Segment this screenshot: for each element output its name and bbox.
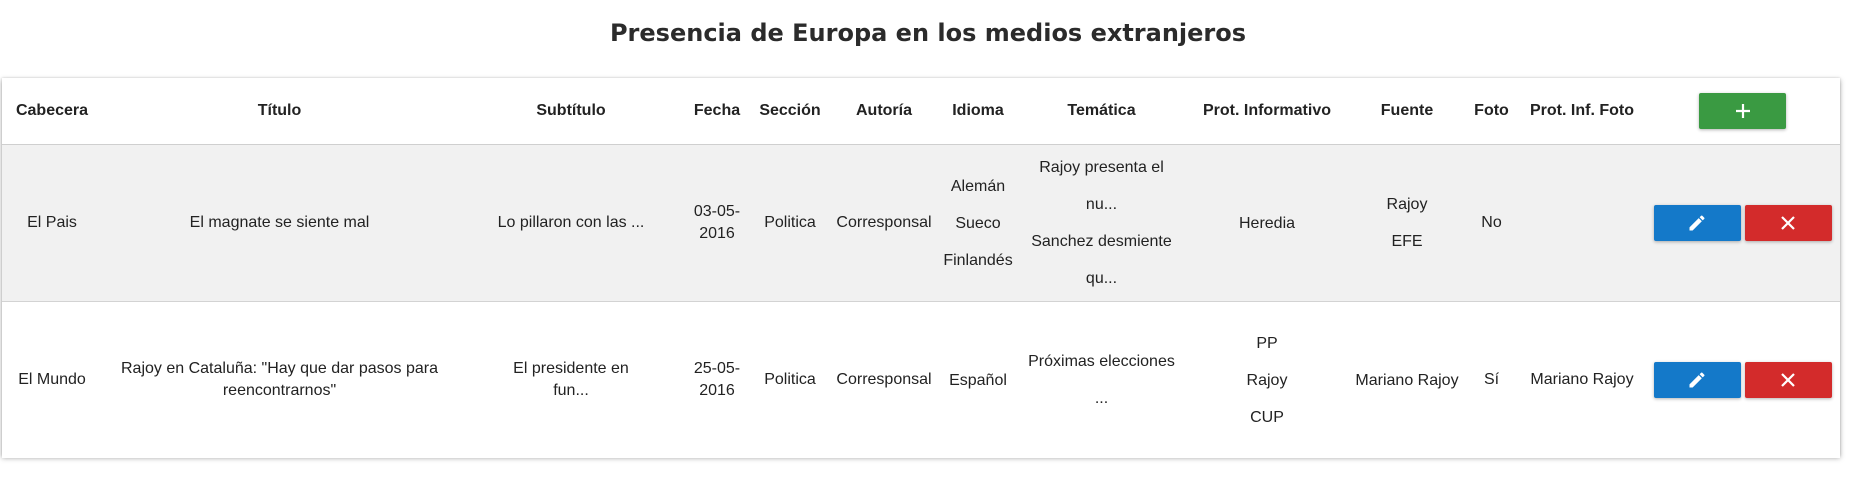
- cell-fecha: 25-05- 2016: [685, 301, 749, 458]
- close-icon: [1781, 373, 1795, 387]
- plus-icon: [1735, 104, 1750, 118]
- delete-button[interactable]: [1744, 205, 1832, 241]
- cell-idioma: Alemán Sueco Finlandés: [937, 144, 1019, 302]
- tematica-item: Próximas elecciones ...: [1028, 353, 1175, 407]
- cell-cabecera: El Mundo: [2, 301, 102, 458]
- table-row: El Mundo Rajoy en Cataluña: "Hay que dar…: [2, 301, 1840, 458]
- header-subtitulo: Subtítulo: [457, 78, 685, 145]
- tematica-item: Rajoy presenta el nu...: [1039, 159, 1164, 213]
- cell-seccion: Politica: [749, 301, 831, 458]
- edit-button[interactable]: [1653, 362, 1741, 398]
- idioma-item: Alemán: [950, 177, 1006, 195]
- delete-button[interactable]: [1744, 362, 1832, 398]
- table-row: El Pais El magnate se siente mal Lo pill…: [2, 144, 1840, 302]
- cell-subtitulo: Lo pillaron con las ...: [457, 144, 685, 302]
- fecha-line: 25-05-: [693, 360, 741, 377]
- titulo-line: Rajoy en Cataluña: "Hay que dar pasos pa…: [121, 360, 438, 377]
- cell-fecha: 03-05- 2016: [685, 144, 749, 302]
- pencil-icon: [1689, 372, 1705, 388]
- cell-fuente: Mariano Rajoy: [1350, 301, 1464, 458]
- fecha-line: 2016: [699, 225, 735, 242]
- cell-autoria: Corresponsal: [831, 144, 937, 302]
- idioma-item: Finlandés: [943, 251, 1013, 269]
- prot-informativo-item: PP: [1256, 334, 1278, 352]
- cell-foto: Sí: [1464, 301, 1519, 458]
- titulo-line: reencontrarnos": [222, 382, 337, 399]
- header-tematica: Temática: [1019, 78, 1184, 145]
- add-button[interactable]: [1699, 93, 1786, 129]
- header-prot-informativo: Prot. Informativo: [1184, 78, 1350, 145]
- table-header-row: Cabecera Título Subtítulo Fecha Sección …: [2, 78, 1840, 145]
- cell-prot-inf-foto: [1519, 144, 1645, 302]
- cell-autoria: Corresponsal: [831, 301, 937, 458]
- cell-seccion: Politica: [749, 144, 831, 302]
- subtitulo-line: El presidente en: [513, 360, 629, 377]
- cell-fuente: Rajoy EFE: [1350, 144, 1464, 302]
- header-autoria: Autoría: [831, 78, 937, 145]
- cell-prot-informativo: Heredia: [1184, 144, 1350, 302]
- fuente-item: Mariano Rajoy: [1355, 371, 1459, 389]
- subtitulo-line: fun...: [553, 382, 589, 399]
- prot-informativo-item: Rajoy: [1246, 371, 1288, 389]
- cell-titulo: El magnate se siente mal: [102, 144, 457, 302]
- cell-prot-inf-foto: Mariano Rajoy: [1519, 301, 1645, 458]
- subtitulo-line: Lo pillaron con las ...: [497, 214, 645, 231]
- titulo-line: El magnate se siente mal: [189, 214, 370, 231]
- cell-subtitulo: El presidente en fun...: [457, 301, 685, 458]
- header-idioma: Idioma: [937, 78, 1019, 145]
- fuente-item: EFE: [1391, 233, 1423, 250]
- cell-tematica: Próximas elecciones ...: [1019, 301, 1184, 458]
- cell-prot-informativo: PP Rajoy CUP: [1184, 301, 1350, 458]
- header-fuente: Fuente: [1350, 78, 1464, 145]
- fecha-line: 2016: [699, 382, 735, 399]
- header-titulo: Título: [102, 78, 457, 145]
- fuente-item: Rajoy: [1386, 196, 1428, 213]
- header-cabecera: Cabecera: [2, 78, 102, 145]
- cell-idioma: Español: [937, 301, 1019, 458]
- cell-cabecera: El Pais: [2, 144, 102, 302]
- header-actions: [1645, 78, 1840, 145]
- header-seccion: Sección: [749, 78, 831, 145]
- idioma-item: Español: [949, 371, 1007, 389]
- edit-button[interactable]: [1653, 205, 1741, 241]
- data-table-card: Cabecera Título Subtítulo Fecha Sección …: [2, 78, 1840, 458]
- page-title: Presencia de Europa en los medios extran…: [609, 19, 1247, 47]
- idioma-item: Sueco: [955, 214, 1001, 232]
- news-table: Cabecera Título Subtítulo Fecha Sección …: [2, 78, 1840, 458]
- cell-actions: [1645, 144, 1840, 302]
- fecha-line: 03-05-: [693, 203, 741, 220]
- cell-actions: [1645, 301, 1840, 458]
- cell-foto: No: [1464, 144, 1519, 302]
- cell-tematica: Rajoy presenta el nu... Sanchez desmient…: [1019, 144, 1184, 302]
- header-fecha: Fecha: [685, 78, 749, 145]
- prot-informativo-item: CUP: [1250, 408, 1284, 426]
- header-prot-inf-foto: Prot. Inf. Foto: [1519, 78, 1645, 145]
- pencil-icon: [1689, 215, 1705, 231]
- cell-titulo: Rajoy en Cataluña: "Hay que dar pasos pa…: [102, 301, 457, 458]
- tematica-item: Sanchez desmiente qu...: [1031, 233, 1172, 287]
- prot-informativo-item: Heredia: [1238, 214, 1296, 232]
- close-icon: [1781, 216, 1795, 230]
- header-foto: Foto: [1464, 78, 1519, 145]
